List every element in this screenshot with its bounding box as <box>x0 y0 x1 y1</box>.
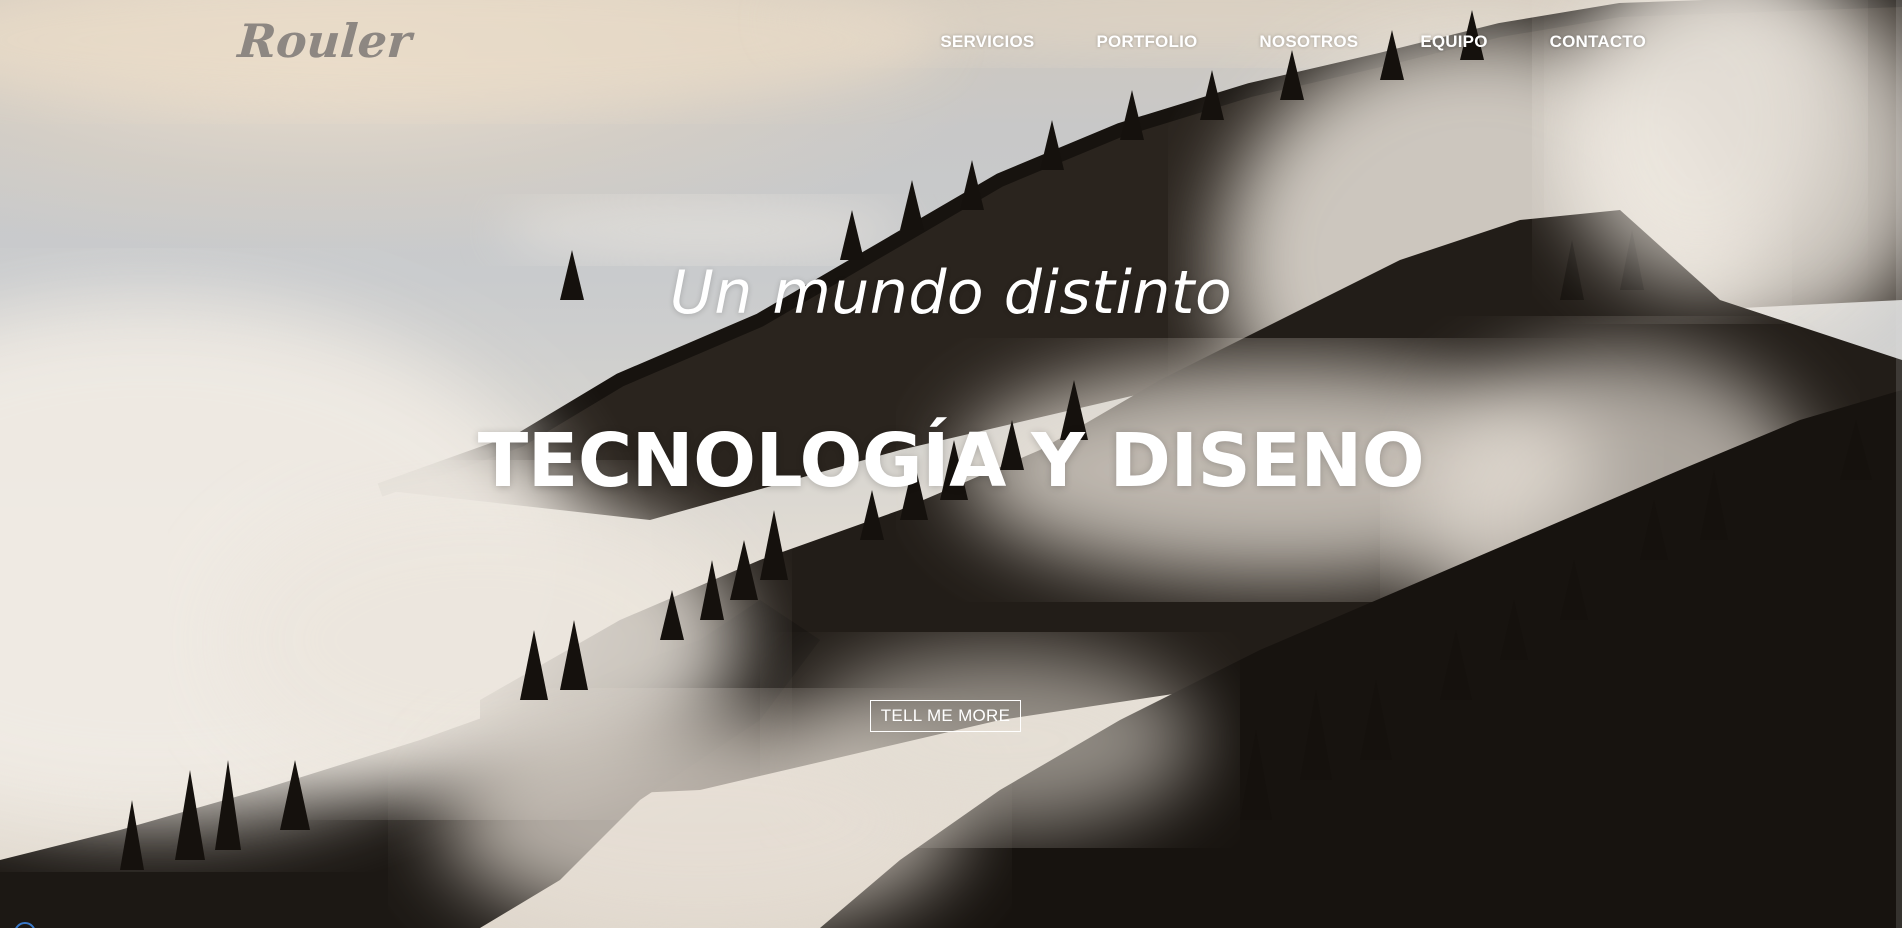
hero-heading: TECNOLOGÍA Y DISENO <box>477 418 1425 504</box>
main-nav: SERVICIOS PORTFOLIO NOSOTROS EQUIPO CONT… <box>940 32 1646 52</box>
hero-section: Rouler SERVICIOS PORTFOLIO NOSOTROS EQUI… <box>0 0 1902 928</box>
nav-item-nosotros[interactable]: NOSOTROS <box>1259 32 1358 52</box>
nav-item-equipo[interactable]: EQUIPO <box>1420 32 1487 52</box>
hero-subheading: Un mundo distinto <box>669 258 1233 328</box>
page-scrollbar[interactable] <box>1896 0 1902 928</box>
nav-item-servicios[interactable]: SERVICIOS <box>940 32 1034 52</box>
tell-me-more-button[interactable]: TELL ME MORE <box>870 700 1021 732</box>
nav-item-contacto[interactable]: CONTACTO <box>1550 32 1646 52</box>
brand-logo[interactable]: Rouler <box>236 14 413 68</box>
nav-item-portfolio[interactable]: PORTFOLIO <box>1096 32 1197 52</box>
